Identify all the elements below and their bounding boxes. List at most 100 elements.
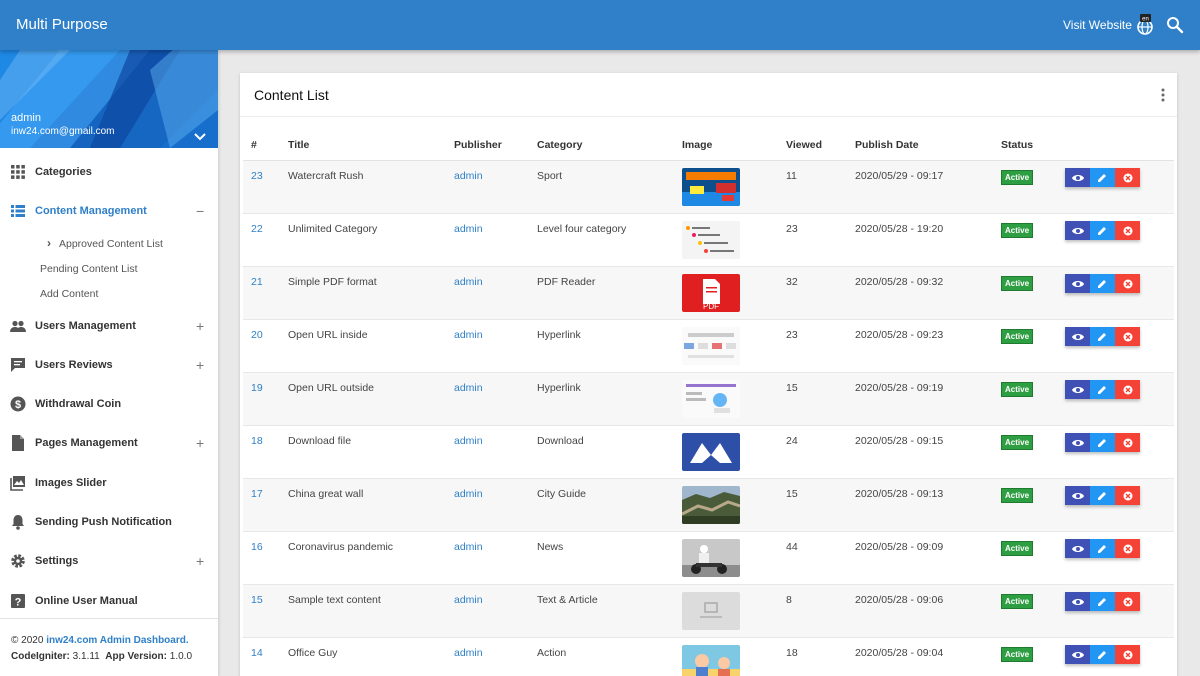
content-id-link[interactable]: 20 bbox=[251, 329, 263, 341]
publisher-link[interactable]: admin bbox=[454, 435, 483, 447]
svg-text:$: $ bbox=[15, 399, 21, 411]
publisher-link[interactable]: admin bbox=[454, 541, 483, 553]
sidebar-item-pages-management[interactable]: Pages Management + bbox=[0, 424, 218, 463]
delete-button[interactable] bbox=[1115, 327, 1140, 346]
view-button[interactable] bbox=[1065, 274, 1090, 293]
footer-site-link[interactable]: inw24.com Admin Dashboard. bbox=[46, 635, 188, 646]
view-button[interactable] bbox=[1065, 486, 1090, 505]
status-badge: Active bbox=[1001, 276, 1034, 291]
edit-button[interactable] bbox=[1090, 433, 1115, 452]
sidebar-item-images-slider[interactable]: Images Slider bbox=[0, 464, 218, 503]
view-button[interactable] bbox=[1065, 592, 1090, 611]
submenu-add-content[interactable]: Add Content bbox=[0, 282, 218, 307]
publisher-link[interactable]: admin bbox=[454, 276, 483, 288]
view-button[interactable] bbox=[1065, 645, 1090, 664]
row-actions bbox=[1065, 327, 1140, 346]
view-button[interactable] bbox=[1065, 168, 1090, 187]
app-version: 1.0.0 bbox=[169, 651, 193, 662]
edit-button[interactable] bbox=[1090, 327, 1115, 346]
sidebar-item-users-management[interactable]: Users Management + bbox=[0, 307, 218, 346]
view-button[interactable] bbox=[1065, 327, 1090, 346]
view-button[interactable] bbox=[1065, 539, 1090, 558]
edit-button[interactable] bbox=[1090, 539, 1115, 558]
delete-button[interactable] bbox=[1115, 592, 1140, 611]
column-header[interactable]: Publisher bbox=[454, 139, 502, 151]
visit-website-link[interactable]: Visit Website bbox=[1063, 0, 1132, 50]
language-globe-icon[interactable]: en bbox=[1135, 14, 1155, 36]
more-vert-icon[interactable] bbox=[1161, 88, 1165, 102]
sidebar-item-settings[interactable]: Settings + bbox=[0, 542, 218, 581]
publisher-link[interactable]: admin bbox=[454, 329, 483, 341]
content-thumbnail bbox=[682, 327, 740, 365]
content-id-link[interactable]: 16 bbox=[251, 541, 263, 553]
sidebar-item-label: Categories bbox=[35, 166, 92, 178]
view-button[interactable] bbox=[1065, 433, 1090, 452]
delete-button[interactable] bbox=[1115, 380, 1140, 399]
column-header[interactable]: # bbox=[251, 139, 257, 151]
sidebar-item-categories[interactable]: Categories bbox=[0, 153, 218, 192]
content-id-link[interactable]: 23 bbox=[251, 170, 263, 182]
view-button[interactable] bbox=[1065, 221, 1090, 240]
edit-button[interactable] bbox=[1090, 274, 1115, 293]
view-button[interactable] bbox=[1065, 380, 1090, 399]
content-id-link[interactable]: 14 bbox=[251, 647, 263, 659]
publisher-link[interactable]: admin bbox=[454, 488, 483, 500]
publisher-link[interactable]: admin bbox=[454, 223, 483, 235]
lang-code: en bbox=[1142, 16, 1149, 22]
edit-button[interactable] bbox=[1090, 645, 1115, 664]
delete-button[interactable] bbox=[1115, 645, 1140, 664]
submenu-approved-content-list[interactable]: › Approved Content List bbox=[0, 232, 218, 257]
content-id-link[interactable]: 19 bbox=[251, 382, 263, 394]
pencil-icon bbox=[1098, 332, 1107, 341]
publisher-link[interactable]: admin bbox=[454, 170, 483, 182]
content-id-link[interactable]: 17 bbox=[251, 488, 263, 500]
delete-button[interactable] bbox=[1115, 486, 1140, 505]
column-header[interactable]: Category bbox=[537, 139, 583, 151]
publisher-link[interactable]: admin bbox=[454, 382, 483, 394]
content-id-link[interactable]: 18 bbox=[251, 435, 263, 447]
column-header[interactable]: Title bbox=[288, 139, 309, 151]
content-list-card: Content List # Title Publisher Category … bbox=[240, 73, 1177, 676]
search-icon[interactable] bbox=[1166, 16, 1184, 34]
svg-text:PDF: PDF bbox=[703, 302, 719, 311]
collapse-icon[interactable]: − bbox=[196, 192, 204, 231]
delete-button[interactable] bbox=[1115, 539, 1140, 558]
sidebar-item-online-user-manual[interactable]: ? Online User Manual bbox=[0, 582, 218, 621]
content-category: Level four category bbox=[537, 223, 627, 235]
publisher-link[interactable]: admin bbox=[454, 594, 483, 606]
content-id-link[interactable]: 21 bbox=[251, 276, 263, 288]
eye-icon bbox=[1071, 174, 1084, 182]
sidebar-item-push-notification[interactable]: Sending Push Notification bbox=[0, 503, 218, 542]
edit-button[interactable] bbox=[1090, 486, 1115, 505]
edit-button[interactable] bbox=[1090, 380, 1115, 399]
delete-button[interactable] bbox=[1115, 274, 1140, 293]
pencil-icon bbox=[1098, 650, 1107, 659]
column-header[interactable]: Viewed bbox=[786, 139, 822, 151]
sidebar-item-content-management[interactable]: Content Management − bbox=[0, 192, 218, 231]
submenu-pending-content-list[interactable]: Pending Content List bbox=[0, 257, 218, 282]
content-category: News bbox=[537, 541, 564, 553]
column-header[interactable]: Publish Date bbox=[855, 139, 919, 151]
edit-button[interactable] bbox=[1090, 221, 1115, 240]
sidebar-item-users-reviews[interactable]: Users Reviews + bbox=[0, 346, 218, 385]
edit-button[interactable] bbox=[1090, 168, 1115, 187]
content-id-link[interactable]: 22 bbox=[251, 223, 263, 235]
edit-button[interactable] bbox=[1090, 592, 1115, 611]
delete-button[interactable] bbox=[1115, 168, 1140, 187]
delete-button[interactable] bbox=[1115, 221, 1140, 240]
row-actions bbox=[1065, 221, 1140, 240]
expand-icon[interactable]: + bbox=[196, 346, 204, 385]
app-brand[interactable]: Multi Purpose bbox=[16, 0, 108, 50]
expand-icon[interactable]: + bbox=[196, 307, 204, 346]
table-row: 14 Office Guy admin Action 18 2020/05/28 - 09… bbox=[243, 638, 1174, 676]
expand-icon[interactable]: + bbox=[196, 424, 204, 463]
profile-dropdown-icon[interactable] bbox=[193, 129, 207, 141]
content-id-link[interactable]: 15 bbox=[251, 594, 263, 606]
sidebar-item-withdrawal-coin[interactable]: $ Withdrawal Coin bbox=[0, 385, 218, 424]
column-header[interactable]: Status bbox=[1001, 139, 1033, 151]
column-header[interactable]: Image bbox=[682, 139, 712, 151]
content-category: Sport bbox=[537, 170, 563, 182]
publisher-link[interactable]: admin bbox=[454, 647, 483, 659]
delete-button[interactable] bbox=[1115, 433, 1140, 452]
expand-icon[interactable]: + bbox=[196, 542, 204, 581]
